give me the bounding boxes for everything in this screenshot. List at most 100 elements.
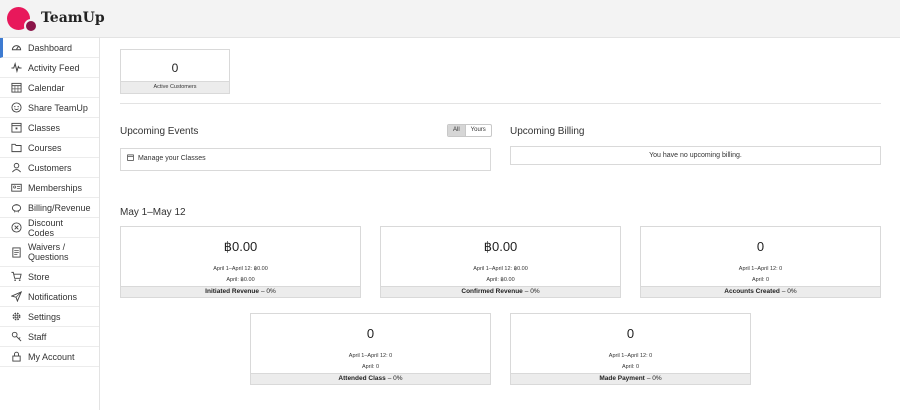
stat-value: 0	[756, 239, 765, 254]
stat-card-initiated-revenue[interactable]: ฿0.00 April 1–April 12: ฿0.00 April: ฿0.…	[120, 226, 361, 298]
sidebar-item-customers[interactable]: Customers	[0, 158, 99, 178]
active-customers-card[interactable]: 0 Active Customers	[120, 49, 230, 94]
sidebar-item-billing-revenue[interactable]: Billing/Revenue	[0, 198, 99, 218]
user-icon	[11, 162, 22, 173]
active-customers-value: 0	[171, 61, 179, 75]
document-icon	[11, 246, 22, 258]
stat-comparison: April 1–April 12: 0	[348, 353, 393, 359]
stat-change: – 0%	[524, 288, 540, 295]
filter-all-button[interactable]: All	[448, 125, 466, 136]
lock-icon	[11, 351, 22, 362]
sidebar-item-label: Classes	[28, 122, 61, 133]
stat-change: – 0%	[646, 375, 662, 382]
stat-previous-month: April: ฿0.00	[226, 277, 255, 283]
sidebar-item-activity-feed[interactable]: Activity Feed	[0, 58, 99, 78]
sidebar-item-calendar[interactable]: Calendar	[0, 78, 99, 98]
no-billing-text: You have no upcoming billing.	[649, 152, 742, 159]
stat-card-accounts-created[interactable]: 0 April 1–April 12: 0 April: 0 Accounts …	[640, 226, 881, 298]
sidebar-item-store[interactable]: Store	[0, 267, 99, 287]
sidebar-item-label: Notifications	[28, 291, 78, 302]
stat-comparison: April 1–April 12: 0	[738, 266, 783, 272]
folder-icon	[11, 142, 22, 153]
active-customers-label: Active Customers	[121, 81, 229, 93]
manage-classes-link[interactable]: Manage your Classes	[138, 155, 206, 162]
stat-comparison: April 1–April 12: ฿0.00	[213, 266, 268, 272]
filter-yours-button[interactable]: Yours	[466, 125, 491, 136]
upcoming-billing-title: Upcoming Billing	[510, 126, 585, 137]
sidebar-item-notifications[interactable]: Notifications	[0, 287, 99, 307]
sidebar-item-label: Settings	[28, 311, 61, 322]
sidebar-item-label: Memberships	[28, 182, 83, 193]
sidebar-item-label: Store	[28, 271, 50, 282]
sidebar-item-memberships[interactable]: Memberships	[0, 178, 99, 198]
discount-icon	[11, 222, 22, 233]
sidebar-item-staff[interactable]: Staff	[0, 327, 99, 347]
pulse-icon	[11, 62, 22, 73]
sidebar-item-label: Courses	[28, 142, 62, 153]
stat-change: – 0%	[781, 288, 797, 295]
stat-previous-month: April: 0	[751, 277, 770, 283]
sidebar-item-label: My Account	[28, 351, 75, 362]
id-card-icon	[11, 182, 22, 193]
share-icon	[11, 102, 22, 113]
sidebar-item-label: Staff	[28, 331, 47, 342]
dashboard-main: 0 Active Customers Upcoming Events All Y…	[100, 38, 900, 410]
sidebar-item-label: Share TeamUp	[28, 102, 88, 113]
sidebar-item-label: Billing/Revenue	[28, 202, 91, 213]
stat-footer: Accounts Created – 0%	[641, 286, 880, 297]
paper-plane-icon	[11, 291, 22, 302]
sidebar-item-settings[interactable]: Settings	[0, 307, 99, 327]
stat-card-confirmed-revenue[interactable]: ฿0.00 April 1–April 12: ฿0.00 April: ฿0.…	[380, 226, 621, 298]
sidebar-item-label: Customers	[28, 162, 72, 173]
sidebar-item-share-teamup[interactable]: Share TeamUp	[0, 98, 99, 118]
stat-label: Initiated Revenue	[205, 288, 259, 295]
stat-previous-month: April: 0	[621, 364, 640, 370]
sidebar-item-classes[interactable]: Classes	[0, 118, 99, 138]
teamup-logo-icon[interactable]	[7, 7, 41, 33]
sidebar: Dashboard Activity Feed Calendar Share T…	[0, 38, 100, 410]
cart-icon	[11, 271, 22, 282]
stat-footer: Confirmed Revenue – 0%	[381, 286, 620, 297]
top-bar: TeamUp	[0, 0, 900, 38]
stat-change: – 0%	[261, 288, 276, 295]
stat-card-attended-class[interactable]: 0 April 1–April 12: 0 April: 0 Attended …	[250, 313, 491, 385]
classes-icon	[11, 122, 22, 133]
calendar-icon	[127, 154, 134, 163]
sidebar-item-label: Activity Feed	[28, 62, 80, 73]
brand-name: TeamUp	[41, 10, 105, 26]
stat-footer: Made Payment – 0%	[511, 373, 750, 384]
stat-label: Accounts Created	[724, 288, 780, 295]
sidebar-item-label: Dashboard	[28, 42, 73, 53]
sidebar-item-courses[interactable]: Courses	[0, 138, 99, 158]
stat-change: – 0%	[387, 375, 403, 382]
sidebar-item-dashboard[interactable]: Dashboard	[0, 38, 99, 58]
stat-label: Made Payment	[599, 375, 645, 382]
stat-value: ฿0.00	[223, 239, 258, 254]
stat-comparison: April 1–April 12: 0	[608, 353, 653, 359]
calendar-icon	[11, 82, 22, 93]
stat-previous-month: April: 0	[361, 364, 380, 370]
stat-value: 0	[626, 326, 635, 341]
stat-value: ฿0.00	[483, 239, 518, 254]
sidebar-item-label: Calendar	[28, 82, 65, 93]
sidebar-item-my-account[interactable]: My Account	[0, 347, 99, 367]
key-icon	[11, 331, 22, 342]
stat-footer: Initiated Revenue – 0%	[121, 286, 360, 297]
sidebar-item-waivers-questions[interactable]: Waivers / Questions	[0, 238, 99, 267]
stat-card-made-payment[interactable]: 0 April 1–April 12: 0 April: 0 Made Paym…	[510, 313, 751, 385]
section-divider	[120, 103, 881, 104]
dashboard-icon	[11, 42, 22, 53]
sidebar-item-label: Discount Codes	[28, 217, 64, 238]
stats-date-range: May 1–May 12	[120, 207, 186, 218]
stat-footer: Attended Class – 0%	[251, 373, 490, 384]
events-filter-toggle: All Yours	[447, 124, 492, 137]
gear-icon	[11, 311, 22, 322]
stat-previous-month: April: ฿0.00	[486, 277, 515, 283]
piggy-bank-icon	[11, 202, 22, 213]
upcoming-billing-box: You have no upcoming billing.	[510, 146, 881, 165]
stat-label: Confirmed Revenue	[461, 288, 523, 295]
sidebar-item-label: Waivers / Questions	[28, 242, 69, 262]
stat-label: Attended Class	[338, 375, 386, 382]
sidebar-item-discount-codes[interactable]: Discount Codes	[0, 218, 99, 238]
stat-comparison: April 1–April 12: ฿0.00	[473, 266, 528, 272]
